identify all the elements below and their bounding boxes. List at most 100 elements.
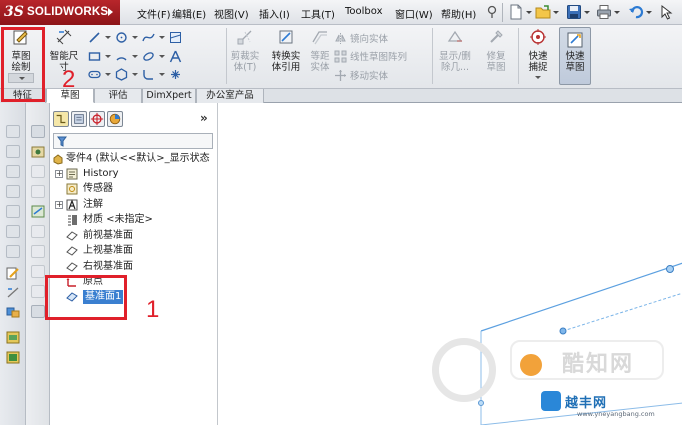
scene-icon[interactable] bbox=[6, 351, 20, 364]
print-dropdown-icon[interactable] bbox=[614, 11, 620, 14]
line-dropdown-icon[interactable] bbox=[105, 36, 111, 39]
material-icon bbox=[68, 215, 77, 226]
offset-entities-button[interactable]: 等距实体 bbox=[308, 28, 332, 73]
configuration-manager-tab-icon[interactable] bbox=[89, 111, 105, 127]
draft-icon[interactable] bbox=[31, 245, 45, 258]
tree-root-part[interactable]: 零件4 (默认<<默认>_显示状态 bbox=[50, 152, 217, 166]
spline-dropdown-icon[interactable] bbox=[159, 36, 165, 39]
expand-panel-icon[interactable]: » bbox=[200, 111, 208, 125]
open-dropdown-icon[interactable] bbox=[553, 11, 559, 14]
slot-icon[interactable] bbox=[88, 68, 101, 81]
circle-dropdown-icon[interactable] bbox=[132, 36, 138, 39]
trim-entities-button[interactable]: 剪裁实体(T) bbox=[228, 28, 262, 73]
property-manager-tab-icon[interactable] bbox=[71, 111, 87, 127]
open-folder-icon[interactable] bbox=[535, 4, 551, 20]
arc-dropdown-icon[interactable] bbox=[132, 55, 138, 58]
tab-evaluate[interactable]: 评估 bbox=[94, 89, 142, 103]
save-icon[interactable] bbox=[566, 4, 582, 20]
rib-icon[interactable] bbox=[31, 185, 45, 198]
menu-edit[interactable]: 编辑(E) bbox=[172, 6, 206, 21]
surface-sketch-icon[interactable] bbox=[169, 31, 182, 44]
menu-help[interactable]: 帮助(H) bbox=[441, 6, 476, 21]
tab-dimxpert[interactable]: DimXpert bbox=[142, 89, 196, 103]
dome-icon[interactable] bbox=[31, 285, 45, 298]
pin-icon[interactable] bbox=[486, 5, 498, 19]
expand-annotations-icon[interactable]: + bbox=[55, 201, 63, 209]
save-dropdown-icon[interactable] bbox=[584, 11, 590, 14]
quick-snaps-dropdown-icon[interactable] bbox=[535, 76, 541, 79]
shell-icon[interactable] bbox=[31, 225, 45, 238]
fillet-dropdown-icon[interactable] bbox=[159, 73, 165, 76]
menu-view[interactable]: 视图(V) bbox=[214, 6, 249, 21]
extrude-icon[interactable] bbox=[6, 125, 20, 138]
display-delete-relations-button[interactable]: 显示/删除几... bbox=[435, 28, 475, 73]
repair-sketch-button[interactable]: 修复草图 bbox=[478, 28, 514, 73]
undo-dropdown-icon[interactable] bbox=[646, 11, 652, 14]
dimension-tool-icon[interactable] bbox=[6, 286, 20, 299]
menu-bar: 3S SOLIDWORKS 文件(F) 编辑(E) 视图(V) 插入(I) 工具… bbox=[0, 0, 682, 25]
slot-dropdown-icon[interactable] bbox=[105, 73, 111, 76]
rectangle-icon[interactable] bbox=[88, 50, 101, 63]
tree-item-material[interactable]: 材质 <未指定> bbox=[50, 213, 210, 227]
menu-tools[interactable]: 工具(T) bbox=[301, 6, 335, 21]
circle-icon[interactable] bbox=[115, 31, 128, 44]
ellipse-icon[interactable] bbox=[142, 50, 155, 63]
feature-tree-filter[interactable] bbox=[53, 133, 213, 149]
tree-item-annotations[interactable]: + 注解 bbox=[50, 198, 210, 212]
linear-pattern-button[interactable]: 线性草图阵列 bbox=[334, 49, 407, 63]
sweep-icon[interactable] bbox=[6, 165, 20, 178]
chamfer-icon[interactable] bbox=[31, 165, 45, 178]
undo-icon[interactable] bbox=[628, 4, 644, 20]
print-icon[interactable] bbox=[596, 4, 612, 20]
watermark-circle bbox=[432, 338, 496, 402]
tree-item-history[interactable]: + History bbox=[50, 167, 210, 181]
menu-insert[interactable]: 插入(I) bbox=[259, 6, 290, 21]
feature-tree-tab-icon[interactable] bbox=[53, 111, 69, 127]
wrap-icon[interactable] bbox=[31, 265, 45, 278]
boundary-icon[interactable] bbox=[6, 205, 20, 218]
select-arrow-icon[interactable] bbox=[659, 4, 675, 20]
line-icon[interactable] bbox=[88, 31, 101, 44]
tree-item-sensors[interactable]: 传感器 bbox=[50, 182, 210, 196]
revolve-icon[interactable] bbox=[6, 145, 20, 158]
menu-window[interactable]: 窗口(W) bbox=[395, 6, 433, 21]
appearance-icon[interactable] bbox=[6, 331, 20, 344]
move-entities-button[interactable]: 移动实体 bbox=[334, 68, 388, 82]
offset-entities-label: 等距实体 bbox=[310, 51, 330, 73]
feature-manager-tabs: » bbox=[50, 109, 217, 131]
hole-wizard-icon[interactable] bbox=[31, 145, 45, 158]
menu-toolbox[interactable]: Toolbox bbox=[345, 6, 383, 17]
arc-icon[interactable] bbox=[115, 50, 128, 63]
rectangle-dropdown-icon[interactable] bbox=[105, 55, 111, 58]
text-sketch-icon[interactable] bbox=[169, 50, 182, 63]
tree-item-right-plane[interactable]: 右视基准面 bbox=[50, 260, 210, 274]
pattern-feature-icon[interactable] bbox=[31, 205, 45, 218]
solidworks-logo[interactable]: 3S SOLIDWORKS bbox=[0, 0, 120, 25]
point-icon[interactable] bbox=[169, 68, 182, 81]
polygon-icon[interactable] bbox=[115, 68, 128, 81]
sketch-pencil-icon[interactable] bbox=[6, 267, 20, 280]
quick-snaps-button[interactable]: 快速捕捉 bbox=[521, 28, 555, 79]
tree-item-front-plane[interactable]: 前视基准面 bbox=[50, 229, 210, 243]
ellipse-dropdown-icon[interactable] bbox=[159, 55, 165, 58]
new-document-icon[interactable] bbox=[508, 4, 524, 20]
tab-office-products[interactable]: 办公室产品 bbox=[196, 89, 264, 103]
convert-entities-label: 转换实体引用 bbox=[271, 51, 301, 73]
mirror-entities-button[interactable]: 镜向实体 bbox=[334, 31, 388, 45]
expand-history-icon[interactable]: + bbox=[55, 170, 63, 178]
table-icon[interactable] bbox=[31, 125, 45, 138]
reference-geometry-icon[interactable] bbox=[6, 305, 20, 318]
grid-table-icon[interactable] bbox=[31, 305, 45, 318]
rapid-sketch-button[interactable]: 快速草图 bbox=[559, 27, 591, 85]
fillet-icon[interactable] bbox=[142, 68, 155, 81]
display-manager-tab-icon[interactable] bbox=[107, 111, 123, 127]
polygon-dropdown-icon[interactable] bbox=[132, 73, 138, 76]
spline-icon[interactable] bbox=[142, 31, 155, 44]
new-dropdown-icon[interactable] bbox=[526, 11, 532, 14]
menu-file[interactable]: 文件(F) bbox=[137, 6, 171, 21]
fillet-feature-icon[interactable] bbox=[6, 245, 20, 258]
convert-entities-button[interactable]: 转换实体引用 bbox=[266, 28, 306, 73]
tree-item-top-plane[interactable]: 上视基准面 bbox=[50, 244, 210, 258]
loft-icon[interactable] bbox=[6, 185, 20, 198]
cut-icon[interactable] bbox=[6, 225, 20, 238]
